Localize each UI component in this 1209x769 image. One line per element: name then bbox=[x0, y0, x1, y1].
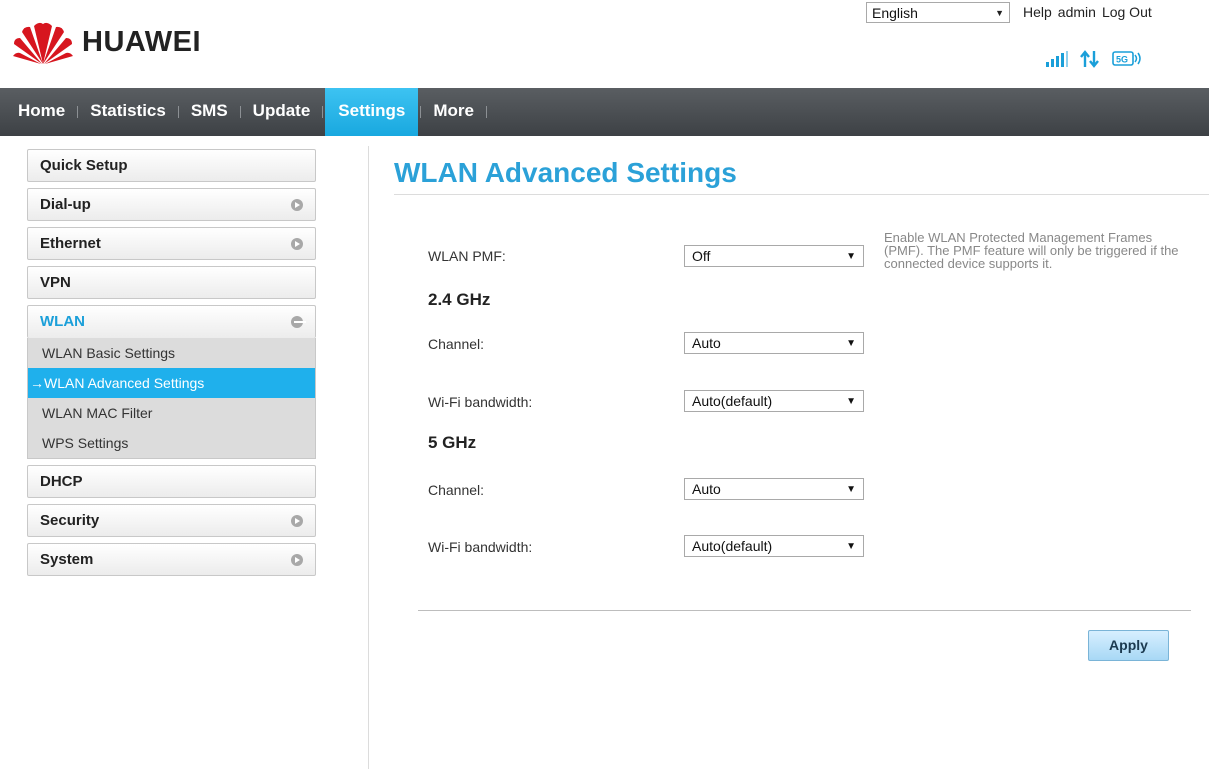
band-24ghz-heading: 2.4 GHz bbox=[428, 290, 491, 309]
header: HUAWEI English ▼ Help admin Log Out 5G bbox=[0, 0, 1209, 88]
chevron-down-icon: ▼ bbox=[846, 337, 856, 349]
nav-sms[interactable]: SMS bbox=[179, 88, 240, 136]
nav-home[interactable]: Home bbox=[0, 88, 77, 136]
status-icons: 5G bbox=[1046, 50, 1142, 68]
signal-bars-icon bbox=[1046, 51, 1068, 67]
top-links: Help admin Log Out bbox=[1023, 4, 1152, 20]
sidebar-subitem-wps-settings[interactable]: WPS Settings bbox=[28, 428, 315, 458]
form-divider bbox=[418, 610, 1191, 611]
page-title: WLAN Advanced Settings bbox=[394, 157, 737, 188]
band-5ghz-heading: 5 GHz bbox=[428, 433, 477, 452]
chevron-down-icon: ▼ bbox=[846, 483, 856, 495]
wifi-5g-label: 5G bbox=[1116, 55, 1128, 65]
sidebar-item-security[interactable]: Security bbox=[27, 504, 316, 537]
sidebar-subitem-wlan-mac-filter[interactable]: WLAN MAC Filter bbox=[28, 398, 315, 428]
channel-5-label: Channel: bbox=[428, 482, 485, 498]
channel-24-value: Auto bbox=[692, 335, 721, 351]
sidebar-item-label: WLAN bbox=[40, 313, 85, 330]
sidebar-subitem-label: WLAN Advanced Settings bbox=[44, 375, 205, 391]
pmf-value: Off bbox=[692, 248, 711, 264]
sidebar-item-label: Security bbox=[40, 512, 100, 529]
data-transfer-icon bbox=[1080, 50, 1099, 68]
nav-divider bbox=[322, 106, 324, 118]
pmf-select[interactable]: Off ▼ bbox=[684, 245, 864, 267]
pmf-label: WLAN PMF: bbox=[428, 248, 506, 264]
expand-arrow-icon bbox=[291, 554, 303, 566]
bandwidth-5-select[interactable]: Auto(default) ▼ bbox=[684, 535, 864, 557]
channel-5-value: Auto bbox=[692, 481, 721, 497]
main-nav: Home Statistics SMS Update Settings More bbox=[0, 88, 1209, 136]
sidebar-item-quick-setup[interactable]: Quick Setup bbox=[27, 149, 316, 182]
help-link[interactable]: Help bbox=[1023, 4, 1052, 20]
huawei-logo[interactable]: HUAWEI bbox=[12, 20, 201, 64]
sidebar-item-vpn[interactable]: VPN bbox=[27, 266, 316, 299]
wifi-5g-icon: 5G bbox=[1112, 51, 1141, 66]
expand-arrow-icon bbox=[291, 238, 303, 250]
brand-name: HUAWEI bbox=[82, 25, 201, 58]
huawei-flower-icon bbox=[13, 22, 73, 64]
nav-statistics[interactable]: Statistics bbox=[78, 88, 178, 136]
channel-24-label: Channel: bbox=[428, 336, 485, 352]
bandwidth-24-select[interactable]: Auto(default) ▼ bbox=[684, 390, 864, 412]
sidebar-item-dial-up[interactable]: Dial-up bbox=[27, 188, 316, 221]
bandwidth-5-value: Auto(default) bbox=[692, 538, 773, 554]
nav-update[interactable]: Update bbox=[241, 88, 323, 136]
nav-settings[interactable]: Settings bbox=[325, 88, 419, 136]
apply-button[interactable]: Apply bbox=[1088, 630, 1169, 661]
nav-more[interactable]: More bbox=[421, 88, 486, 136]
pmf-help-text: Enable WLAN Protected Management Frames … bbox=[884, 230, 1179, 271]
sidebar-subitem-wlan-advanced[interactable]: →WLAN Advanced Settings bbox=[28, 368, 315, 398]
sidebar-subitem-wlan-basic[interactable]: WLAN Basic Settings bbox=[28, 338, 315, 368]
sidebar-item-ethernet[interactable]: Ethernet bbox=[27, 227, 316, 260]
nav-divider bbox=[485, 106, 487, 118]
sidebar-item-label: Ethernet bbox=[40, 235, 101, 252]
wlan-submenu: WLAN Basic Settings →WLAN Advanced Setti… bbox=[27, 338, 316, 459]
title-divider bbox=[394, 194, 1209, 195]
arrow-right-icon: → bbox=[30, 375, 44, 391]
sidebar-item-label: DHCP bbox=[40, 473, 83, 490]
chevron-down-icon: ▼ bbox=[846, 395, 856, 407]
sidebar-item-label: Quick Setup bbox=[40, 157, 128, 174]
sidebar: Quick Setup Dial-up Ethernet VPN WLAN WL… bbox=[27, 149, 316, 582]
expand-arrow-icon bbox=[291, 199, 303, 211]
expand-arrow-icon bbox=[291, 515, 303, 527]
bandwidth-24-value: Auto(default) bbox=[692, 393, 773, 409]
logout-link[interactable]: Log Out bbox=[1102, 4, 1152, 20]
sidebar-item-label: VPN bbox=[40, 274, 71, 291]
sidebar-item-dhcp[interactable]: DHCP bbox=[27, 465, 316, 498]
content-divider bbox=[368, 146, 369, 769]
sidebar-group-wlan: WLAN WLAN Basic Settings →WLAN Advanced … bbox=[27, 305, 316, 459]
sidebar-item-system[interactable]: System bbox=[27, 543, 316, 576]
collapse-icon bbox=[291, 316, 306, 328]
sidebar-item-label: Dial-up bbox=[40, 196, 91, 213]
language-value: English bbox=[872, 4, 918, 21]
sidebar-item-wlan[interactable]: WLAN bbox=[27, 305, 316, 338]
language-select[interactable]: English ▼ bbox=[866, 2, 1010, 23]
sidebar-item-label: System bbox=[40, 551, 94, 568]
chevron-down-icon: ▼ bbox=[995, 7, 1004, 18]
channel-24-select[interactable]: Auto ▼ bbox=[684, 332, 864, 354]
channel-5-select[interactable]: Auto ▼ bbox=[684, 478, 864, 500]
chevron-down-icon: ▼ bbox=[846, 250, 856, 262]
bandwidth-5-label: Wi-Fi bandwidth: bbox=[428, 539, 533, 555]
admin-link[interactable]: admin bbox=[1058, 4, 1096, 20]
bandwidth-24-label: Wi-Fi bandwidth: bbox=[428, 394, 533, 410]
chevron-down-icon: ▼ bbox=[846, 540, 856, 552]
